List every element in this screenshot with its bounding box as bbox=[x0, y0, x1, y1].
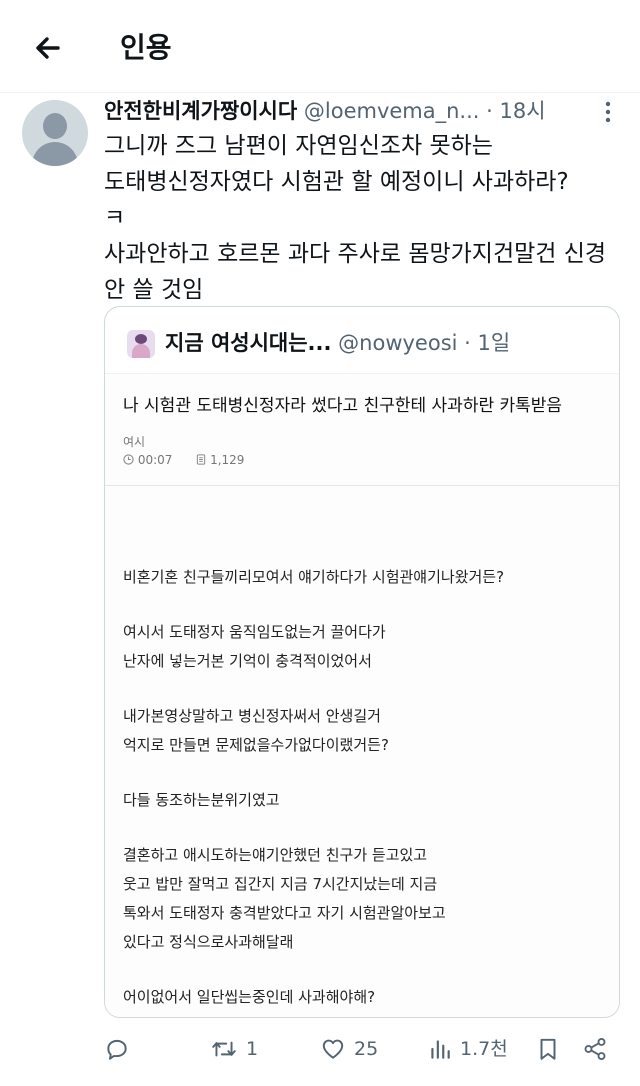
display-name[interactable]: 안전한비계가짱이시다 bbox=[104, 99, 297, 123]
tweet-text-line: 그니까 즈그 남편이 자연임신조차 못하는 bbox=[104, 133, 493, 159]
view-count: 1.7천 bbox=[460, 1037, 508, 1060]
arrow-left-icon bbox=[36, 37, 60, 59]
post-body-line: 웃고 밥만 잘먹고 집간지 지금 7시간지났는데 지금 bbox=[123, 875, 438, 893]
back-button[interactable] bbox=[28, 28, 68, 68]
tweet-text-line: ㅋ bbox=[104, 205, 126, 231]
post-title: 나 시험관 도태병신정자라 썼다고 친구한테 사과하란 카톡받음 bbox=[123, 396, 563, 416]
board-name: 여시 bbox=[123, 435, 146, 449]
reply-icon bbox=[107, 1039, 127, 1060]
retweet-count: 1 bbox=[246, 1037, 259, 1060]
clock-icon bbox=[123, 454, 134, 465]
avatar[interactable] bbox=[22, 100, 88, 166]
quoted-tweet-header: 지금 여성시대는... @nowyeosi · 1일 bbox=[127, 325, 510, 361]
quoted-handle: @nowyeosi bbox=[338, 331, 458, 355]
divider bbox=[105, 485, 619, 486]
heart-icon bbox=[322, 1039, 344, 1059]
quoted-time: · 1일 bbox=[464, 331, 511, 355]
tweet-time[interactable]: · 18시 bbox=[486, 99, 545, 123]
post-views-group: 1,129 bbox=[196, 453, 254, 467]
post-body-line: 결혼하고 애시도하는얘기안했던 친구가 듣고있고 bbox=[123, 846, 428, 864]
user-handle[interactable]: @loemvema_n... bbox=[304, 99, 480, 123]
tweet-text-line: 도태병신정자였다 시험관 할 예정이니 사과하라? bbox=[104, 169, 569, 195]
more-vertical-icon bbox=[605, 101, 611, 123]
post-body-line: 난자에 넣는거본 기억이 충격적이었어서 bbox=[123, 652, 372, 670]
post-body-line: 다들 동조하는분위기였고 bbox=[123, 791, 280, 809]
post-body-line: 톡와서 도태정자 충격받았다고 자기 시험관알아보고 bbox=[123, 904, 446, 922]
more-options-icon[interactable] bbox=[598, 100, 618, 130]
retweet-icon bbox=[212, 1041, 236, 1056]
bookmark-button[interactable] bbox=[536, 1032, 560, 1064]
quoted-screenshot-image[interactable]: 나 시험관 도태병신정자라 썼다고 친구한테 사과하란 카톡받음 여시 00:0… bbox=[105, 373, 619, 1017]
like-button[interactable]: 25 bbox=[320, 1032, 378, 1064]
post-time: 00:07 bbox=[137, 453, 173, 467]
post-views: 1,129 bbox=[210, 453, 245, 467]
analytics-icon bbox=[431, 1039, 450, 1059]
tweet-text-line: 사과안하고 호르몬 과다 주사로 몸망가지건말건 신경 bbox=[104, 241, 607, 267]
quoted-display-name: 지금 여성시대는... bbox=[165, 331, 332, 355]
top-bar: 인용 bbox=[0, 0, 640, 93]
post-body-line: 있다고 정식으로사과해달래 bbox=[123, 933, 294, 951]
document-icon bbox=[197, 454, 206, 465]
tweet-text: 그니까 즈그 남편이 자연임신조차 못하는 도태병신정자였다 시험관 할 예정이… bbox=[104, 128, 619, 308]
reply-button[interactable] bbox=[104, 1032, 132, 1064]
page-title: 인용 bbox=[120, 31, 172, 64]
post-body: 비혼기혼 친구들끼리모여서 얘기하다가 시험관얘기나왔거든? 여시서 도태정자 … bbox=[123, 563, 603, 1012]
quoted-tweet[interactable]: 지금 여성시대는... @nowyeosi · 1일 나 시험관 도태병신정자라… bbox=[104, 306, 620, 1018]
post-body-line: 어이없어서 일단씹는중인데 사과해야해? bbox=[123, 988, 376, 1006]
post-body-line: 내가본영상말하고 병신정자써서 안생길거 bbox=[123, 707, 381, 725]
view-count-button[interactable]: 1.7천 bbox=[428, 1032, 508, 1064]
post-time-group: 00:07 bbox=[123, 453, 186, 467]
post-stats: 00:07 1,129 bbox=[123, 453, 264, 467]
like-count: 25 bbox=[354, 1037, 379, 1060]
quoted-avatar bbox=[127, 330, 155, 358]
default-avatar-body bbox=[32, 142, 78, 166]
tweet-action-bar: 1 25 1.7천 bbox=[0, 1026, 640, 1072]
retweet-button[interactable]: 1 bbox=[210, 1032, 258, 1064]
post-body-line: 비혼기혼 친구들끼리모여서 얘기하다가 시험관얘기나왔거든? bbox=[123, 568, 505, 586]
divider bbox=[105, 373, 619, 374]
bookmark-icon bbox=[540, 1038, 556, 1060]
post-body-line: 억지로 만들면 문제없을수가없다이랬거든? bbox=[123, 736, 389, 754]
share-icon bbox=[584, 1037, 606, 1060]
share-button[interactable] bbox=[582, 1032, 608, 1064]
tweet-text-line: 안 쓸 것임 bbox=[104, 277, 204, 303]
post-body-line: 여시서 도태정자 움직임도없는거 끌어다가 bbox=[123, 623, 386, 641]
default-avatar-head bbox=[43, 113, 67, 139]
tweet-meta: 안전한비계가짱이시다 @loemvema_n... · 18시 bbox=[104, 94, 546, 128]
